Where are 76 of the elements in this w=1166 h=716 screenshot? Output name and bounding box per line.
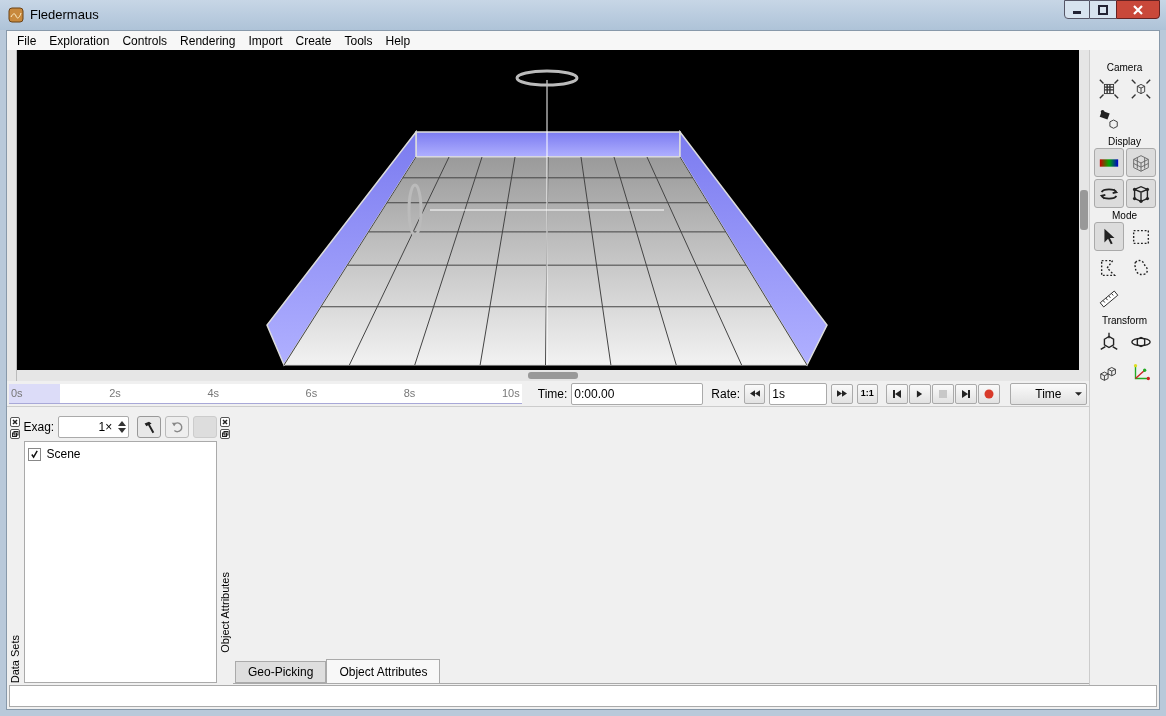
tree-item-label[interactable]: Scene	[46, 445, 81, 463]
mode-dropdown[interactable]: Time	[1009, 382, 1087, 405]
time-tick-label: 6s	[305, 385, 318, 401]
3d-viewport[interactable]	[17, 50, 1079, 370]
close-panel-icon[interactable]	[10, 417, 21, 427]
fast-forward-button[interactable]	[831, 383, 853, 404]
menu-item[interactable]: Tools	[338, 31, 379, 50]
time-tick-label: 8s	[403, 385, 416, 401]
menu-item[interactable]: Help	[379, 31, 417, 50]
hammer-button[interactable]	[137, 416, 162, 438]
stop-icon	[938, 389, 947, 398]
rewind-button[interactable]	[744, 383, 766, 404]
time-tick-label: 10s	[501, 385, 520, 401]
vertical-scrollbar[interactable]	[7, 50, 17, 381]
skip-end-button[interactable]	[954, 383, 977, 404]
tool-section-title: Transform	[1101, 315, 1148, 327]
hammer-icon	[142, 420, 157, 434]
exag-spinbox[interactable]: 1×	[58, 416, 130, 438]
maximize-icon	[1098, 4, 1108, 15]
spin-down-icon[interactable]	[118, 428, 127, 433]
menu-item[interactable]: Controls	[116, 31, 174, 50]
record-button[interactable]	[977, 383, 1000, 404]
undo-icon	[170, 420, 185, 434]
tool-section-title: Display	[1108, 136, 1141, 148]
play-button[interactable]	[908, 383, 931, 404]
fast-forward-icon	[836, 390, 847, 397]
horizontal-scrollbar[interactable]	[17, 370, 1089, 381]
menu-item[interactable]: Exploration	[43, 31, 116, 50]
play-icon	[916, 389, 924, 398]
minimize-button[interactable]	[1064, 0, 1090, 19]
skip-end-icon	[961, 389, 970, 398]
rate-field[interactable]: 1s	[769, 382, 828, 405]
time-tick-label: 2s	[109, 385, 121, 401]
time-label: Time:	[537, 385, 568, 403]
menu-item[interactable]: Import	[242, 31, 289, 50]
caret-icon	[1075, 391, 1082, 396]
checkbox[interactable]	[27, 447, 41, 461]
tool-button[interactable]	[1093, 148, 1124, 177]
ruler-icon	[1097, 287, 1120, 310]
tab[interactable]: Object Attributes	[326, 659, 441, 683]
time-field[interactable]: 0:00.00	[571, 382, 704, 405]
close-icon	[1133, 4, 1143, 15]
skip-start-icon	[892, 389, 901, 398]
time-tick-label: 4s	[207, 385, 219, 401]
menu-item[interactable]: File	[11, 31, 43, 50]
close-button[interactable]	[1116, 0, 1160, 19]
tool-button[interactable]	[1093, 222, 1124, 251]
menu-item[interactable]: Rendering	[174, 31, 242, 50]
window-title: Fledermaus	[30, 6, 99, 25]
skip-start-button[interactable]	[885, 383, 908, 404]
app-icon	[8, 7, 24, 23]
tool-section-title: Mode	[1112, 210, 1137, 222]
float-panel-icon[interactable]	[220, 429, 230, 439]
tool-button[interactable]	[1125, 179, 1156, 208]
close-panel-icon[interactable]	[220, 417, 230, 427]
spin-up-icon[interactable]	[118, 421, 127, 426]
tool-button[interactable]	[1093, 179, 1124, 208]
record-icon	[983, 388, 994, 399]
rate-label: Rate:	[711, 385, 740, 403]
float-panel-icon[interactable]	[10, 429, 21, 439]
tool-section-title: Camera	[1106, 62, 1143, 74]
time-tick-label: 0s	[11, 385, 23, 401]
panel-side-label: Data Sets	[8, 633, 22, 683]
rewind-icon	[749, 390, 760, 397]
panel-side-label: Object Attributes	[217, 572, 232, 653]
tab[interactable]: Geo-Picking	[235, 661, 327, 683]
maximize-button[interactable]	[1090, 0, 1116, 19]
timeline-ruler[interactable]: 0s 2s 4s 6s 8s 10s	[9, 383, 522, 404]
cube-arrows-icon	[1129, 77, 1152, 100]
exag-label: Exag:	[23, 419, 55, 436]
check-icon	[29, 449, 39, 459]
minimize-icon	[1073, 10, 1081, 14]
zoom-extents-icon	[1097, 77, 1120, 100]
menu-item[interactable]: Create	[289, 31, 338, 50]
ratio-button[interactable]: 1:1	[856, 383, 878, 404]
vertical-scrollbar[interactable]	[1079, 50, 1089, 370]
